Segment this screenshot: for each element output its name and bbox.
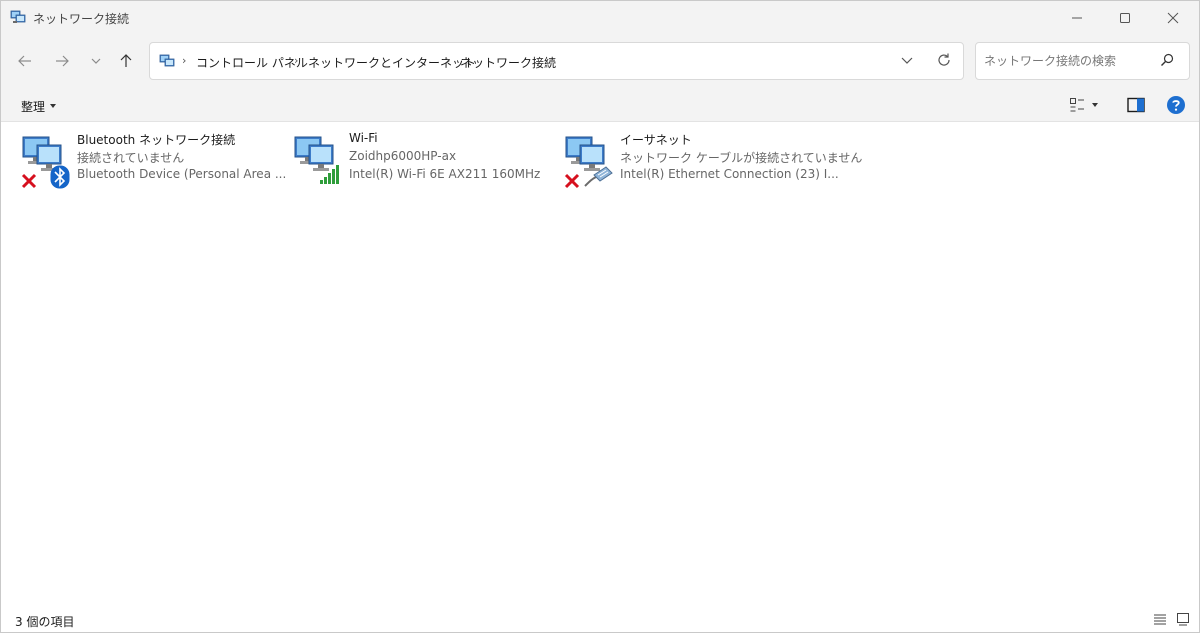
command-bar: 整理	[1, 88, 1199, 122]
maximize-icon	[1120, 12, 1130, 23]
forward-button[interactable]	[49, 48, 75, 74]
recent-locations-button[interactable]	[83, 48, 109, 74]
adapter-status: ネットワーク ケーブルが接続されていません	[620, 151, 863, 165]
search-icon[interactable]	[1160, 53, 1174, 67]
adapter-status: 接続されていません	[77, 151, 185, 165]
address-bar[interactable]: › コントロール パネル › ネットワークとインターネット › ネットワーク接続	[149, 42, 964, 80]
organize-label: 整理	[21, 99, 46, 114]
search-input[interactable]	[984, 52, 1154, 70]
adapter-list: Bluetooth ネットワーク接続 接続されていません Bluetooth D…	[1, 123, 1199, 607]
large-icons-view-icon[interactable]	[1176, 612, 1190, 626]
view-options-icon	[1070, 98, 1084, 112]
ethernet-cable-icon	[584, 166, 613, 187]
back-button[interactable]	[12, 48, 38, 74]
adapter-device: Bluetooth Device (Personal Area ...	[77, 167, 287, 181]
breadcrumb-network-connections[interactable]: ネットワーク接続	[460, 54, 556, 71]
disconnected-x-icon	[21, 173, 37, 189]
item-count: 3 個の項目	[15, 615, 75, 629]
refresh-icon[interactable]	[936, 52, 952, 68]
details-view-icon[interactable]	[1153, 612, 1167, 626]
minimize-button[interactable]	[1054, 1, 1100, 34]
preview-pane-icon	[1127, 97, 1145, 113]
caret-down-icon	[1092, 103, 1098, 107]
control-panel-icon	[159, 54, 175, 67]
adapter-item-bluetooth[interactable]: Bluetooth ネットワーク接続 接続されていません Bluetooth D…	[21, 131, 286, 189]
title-bar: ネットワーク接続	[1, 1, 1199, 34]
organize-menu-button[interactable]: 整理	[15, 96, 63, 116]
disconnected-x-icon	[564, 173, 580, 189]
adapter-device: Intel(R) Wi-Fi 6E AX211 160MHz	[349, 167, 541, 181]
status-bar: 3 個の項目	[1, 607, 1199, 632]
signal-bars-icon	[320, 165, 339, 184]
maximize-button[interactable]	[1102, 1, 1148, 34]
adapter-item-ethernet[interactable]: イーサネット ネットワーク ケーブルが接続されていません Intel(R) Et…	[564, 131, 862, 189]
help-icon	[1167, 96, 1185, 114]
close-icon	[1167, 12, 1179, 23]
adapter-item-wifi[interactable]: Wi-Fi Zoidhp6000HP-ax Intel(R) Wi-Fi 6E …	[293, 131, 543, 189]
breadcrumb-network-and-internet[interactable]: ネットワークとインターネット	[308, 54, 476, 71]
search-box[interactable]	[975, 42, 1190, 80]
adapter-name: Wi-Fi	[349, 131, 378, 145]
adapter-status: Zoidhp6000HP-ax	[349, 149, 457, 163]
minimize-icon	[1072, 17, 1082, 18]
bluetooth-icon	[50, 165, 70, 189]
change-view-button[interactable]	[1069, 94, 1099, 116]
close-button[interactable]	[1150, 1, 1196, 34]
chevron-down-icon	[91, 58, 101, 64]
breadcrumb-control-panel[interactable]: コントロール パネル	[196, 54, 308, 71]
breadcrumb-separator: ›	[182, 54, 187, 67]
network-connections-window: ネットワーク接続 › コントロール パネル › ネットワークとインターネット ›…	[0, 0, 1200, 633]
adapter-device: Intel(R) Ethernet Connection (23) I...	[620, 167, 839, 181]
navigation-bar: › コントロール パネル › ネットワークとインターネット › ネットワーク接続	[1, 34, 1199, 88]
up-button[interactable]	[113, 48, 139, 74]
arrow-left-icon	[18, 55, 31, 67]
caret-down-icon	[50, 104, 57, 108]
network-connections-app-icon	[10, 10, 26, 23]
preview-pane-button[interactable]	[1127, 94, 1145, 116]
help-button[interactable]	[1166, 94, 1186, 116]
adapter-name: Bluetooth ネットワーク接続	[77, 133, 236, 147]
breadcrumb-separator: ›	[446, 54, 451, 67]
arrow-up-icon	[120, 54, 132, 67]
address-history-chevron-icon[interactable]	[900, 53, 914, 67]
window-title: ネットワーク接続	[33, 12, 130, 26]
arrow-right-icon	[56, 55, 69, 67]
adapter-name: イーサネット	[620, 133, 692, 147]
breadcrumb-separator: ›	[294, 54, 299, 67]
